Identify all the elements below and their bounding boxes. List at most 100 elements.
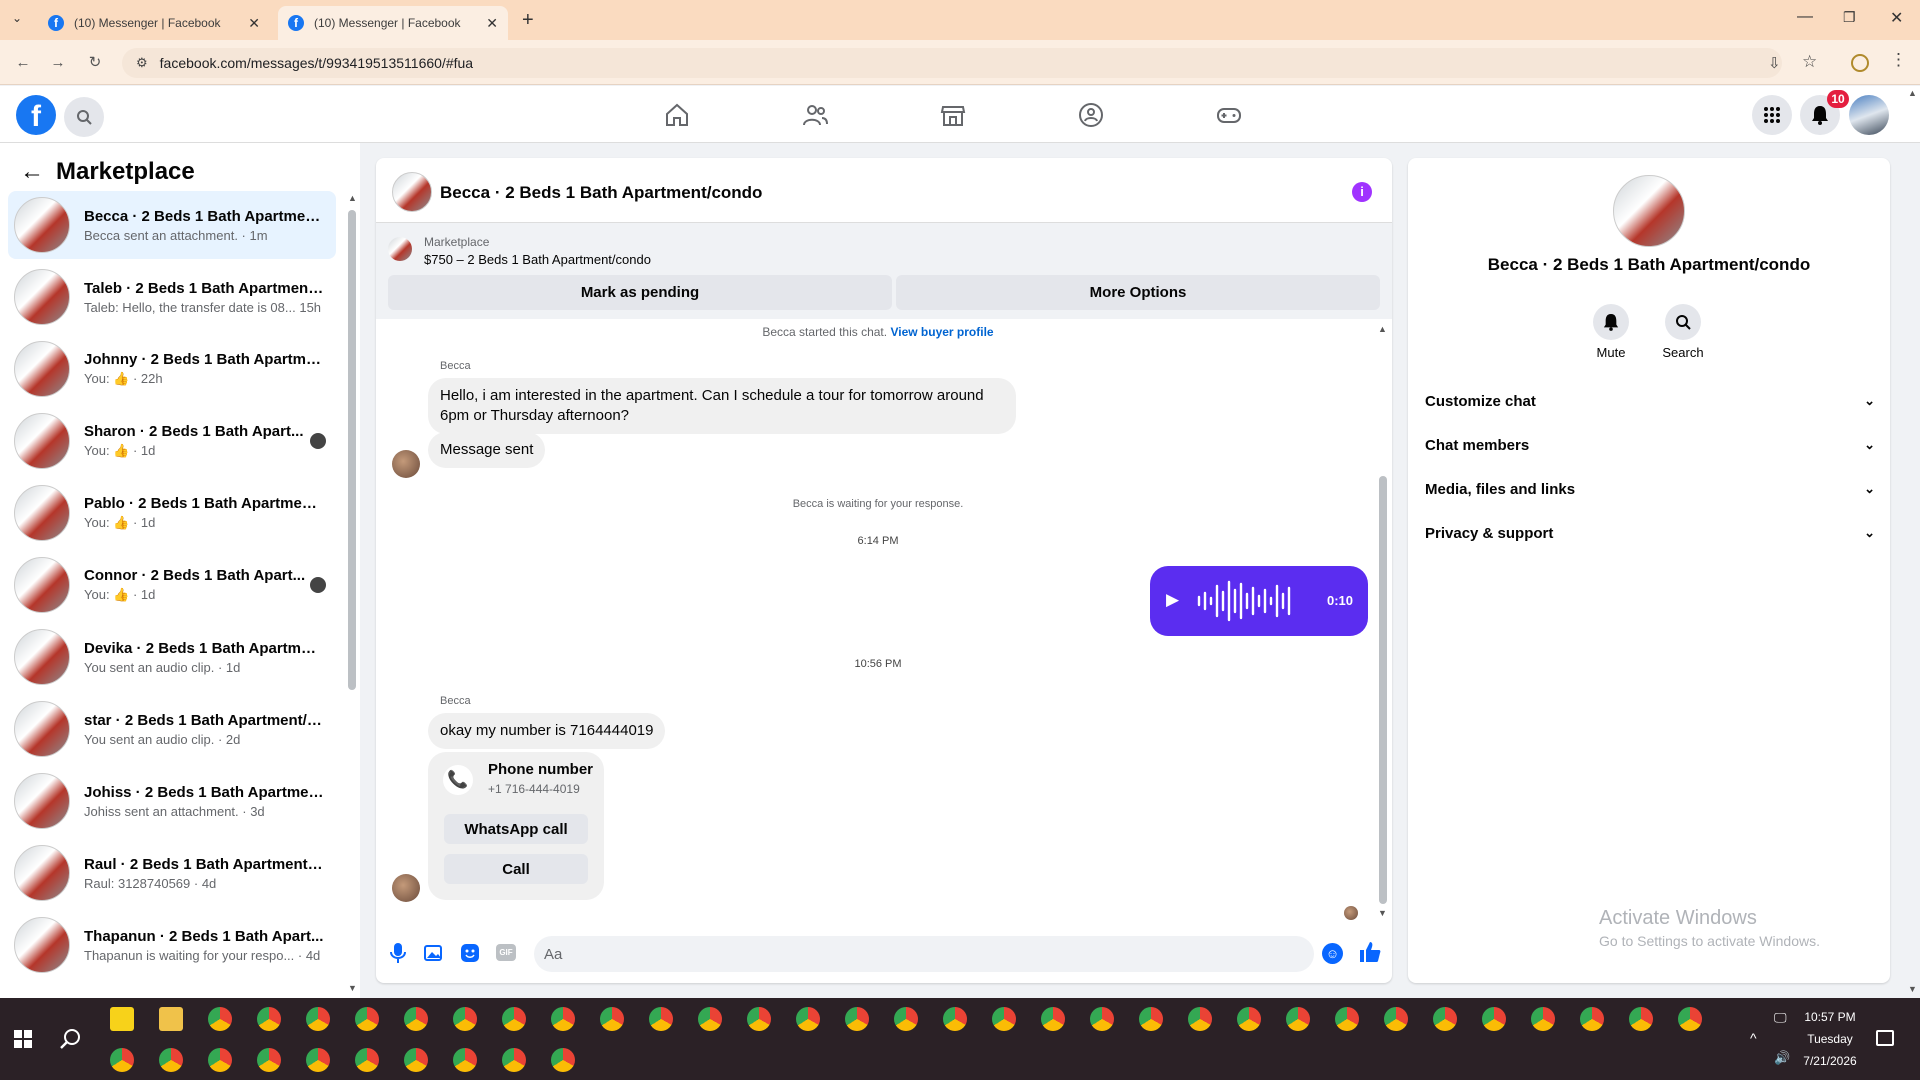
- contact-avatar[interactable]: [1613, 175, 1685, 247]
- new-tab-icon[interactable]: +: [522, 9, 534, 32]
- chrome-app-icon[interactable]: [1335, 1007, 1359, 1031]
- chrome-app-icon[interactable]: [1188, 1007, 1212, 1031]
- view-buyer-profile-link[interactable]: View buyer profile: [890, 325, 993, 339]
- chrome-app-icon[interactable]: [551, 1048, 575, 1072]
- chrome-app-icon[interactable]: [502, 1048, 526, 1072]
- site-info-icon[interactable]: ⚙: [136, 55, 148, 71]
- mute-bell-icon[interactable]: [1593, 304, 1629, 340]
- forward-arrow-icon[interactable]: →: [47, 52, 69, 74]
- conversation-item[interactable]: Johiss · 2 Beds 1 Bath Apartment... Johis…: [8, 767, 336, 835]
- call-button[interactable]: Call: [444, 854, 588, 884]
- sender-avatar[interactable]: [392, 450, 420, 478]
- message-bubble[interactable]: Hello, i am interested in the apartment.…: [428, 378, 1016, 434]
- chrome-app-icon[interactable]: [355, 1007, 379, 1031]
- search-label[interactable]: Search: [1653, 345, 1713, 360]
- message-bubble[interactable]: Message sent: [428, 432, 546, 468]
- chrome-app-icon[interactable]: [943, 1007, 967, 1031]
- message-bubble[interactable]: okay my number is 7164444019: [428, 713, 666, 749]
- close-tab-icon[interactable]: ✕: [248, 15, 260, 32]
- file-explorer-icon[interactable]: [159, 1007, 183, 1031]
- restore-window-icon[interactable]: ❐: [1843, 9, 1856, 26]
- sticky-notes-icon[interactable]: [110, 1007, 134, 1031]
- search-icon[interactable]: [64, 97, 104, 137]
- conversation-item[interactable]: Johnny · 2 Beds 1 Bath Apartme... You: 👍 …: [8, 335, 336, 403]
- search-in-chat-icon[interactable]: [1665, 304, 1701, 340]
- chrome-app-icon[interactable]: [1139, 1007, 1163, 1031]
- chrome-app-icon[interactable]: [404, 1048, 428, 1072]
- emoji-icon[interactable]: ☺: [1322, 943, 1343, 964]
- close-tab-icon[interactable]: ✕: [486, 15, 498, 32]
- browser-tab-2[interactable]: f (10) Messenger | Facebook ✕: [278, 6, 508, 40]
- menu-grid-icon[interactable]: [1752, 95, 1792, 135]
- notification-center-icon[interactable]: [1876, 1030, 1894, 1046]
- play-icon[interactable]: ▶: [1166, 590, 1179, 610]
- account-avatar[interactable]: [1849, 95, 1889, 135]
- chrome-app-icon[interactable]: [404, 1007, 428, 1031]
- info-icon[interactable]: i: [1352, 182, 1372, 202]
- sender-avatar[interactable]: [392, 874, 420, 902]
- groups-icon[interactable]: [1077, 101, 1105, 129]
- chrome-app-icon[interactable]: [110, 1048, 134, 1072]
- chrome-app-icon[interactable]: [306, 1048, 330, 1072]
- page-scroll-down-icon[interactable]: ▼: [1908, 984, 1917, 994]
- chrome-app-icon[interactable]: [1531, 1007, 1555, 1031]
- chrome-app-icon[interactable]: [1237, 1007, 1261, 1031]
- media-files-links-section[interactable]: Media, files and links ⌄: [1425, 477, 1875, 501]
- chrome-app-icon[interactable]: [1482, 1007, 1506, 1031]
- chrome-app-icon[interactable]: [1384, 1007, 1408, 1031]
- conversation-item[interactable]: Thapanun · 2 Beds 1 Bath Apart... Thapanu…: [8, 911, 336, 979]
- chrome-app-icon[interactable]: [845, 1007, 869, 1031]
- conversation-list-scrollbar[interactable]: [348, 210, 356, 690]
- more-options-button[interactable]: More Options: [896, 275, 1380, 310]
- listing-thumbnail[interactable]: [388, 237, 412, 261]
- chrome-app-icon[interactable]: [600, 1007, 624, 1031]
- conversation-item[interactable]: Raul · 2 Beds 1 Bath Apartment/... Raul: …: [8, 839, 336, 907]
- chrome-app-icon[interactable]: [698, 1007, 722, 1031]
- photo-icon[interactable]: [424, 943, 444, 968]
- chrome-app-icon[interactable]: [257, 1007, 281, 1031]
- chat-scroll-down-icon[interactable]: ▼: [1378, 908, 1387, 918]
- chrome-app-icon[interactable]: [502, 1007, 526, 1031]
- scroll-up-arrow-icon[interactable]: ▲: [348, 193, 357, 203]
- chrome-app-icon[interactable]: [747, 1007, 771, 1031]
- windows-start-icon[interactable]: [14, 1030, 32, 1053]
- chrome-app-icon[interactable]: [1041, 1007, 1065, 1031]
- conversation-item[interactable]: Taleb · 2 Beds 1 Bath Apartment... Taleb:…: [8, 263, 336, 331]
- chrome-app-icon[interactable]: [894, 1007, 918, 1031]
- chrome-app-icon[interactable]: [1090, 1007, 1114, 1031]
- chrome-app-icon[interactable]: [453, 1007, 477, 1031]
- chrome-app-icon[interactable]: [1629, 1007, 1653, 1031]
- gaming-icon[interactable]: [1215, 101, 1243, 129]
- chat-scroll-up-icon[interactable]: ▲: [1378, 324, 1387, 334]
- customize-chat-section[interactable]: Customize chat ⌄: [1425, 389, 1875, 413]
- tab-list-chevron-icon[interactable]: ⌄: [12, 11, 22, 25]
- chrome-app-icon[interactable]: [992, 1007, 1016, 1031]
- chat-members-section[interactable]: Chat members ⌄: [1425, 433, 1875, 457]
- chrome-app-icon[interactable]: [796, 1007, 820, 1031]
- whatsapp-call-button[interactable]: WhatsApp call: [444, 814, 588, 844]
- chat-title[interactable]: Becca · 2 Beds 1 Bath Apartment/condo: [440, 183, 762, 203]
- chrome-app-icon[interactable]: [649, 1007, 673, 1031]
- browser-menu-icon[interactable]: ⋮: [1890, 50, 1907, 70]
- page-scroll-up-icon[interactable]: ▲: [1908, 88, 1917, 98]
- chrome-app-icon[interactable]: [1580, 1007, 1604, 1031]
- conversation-item[interactable]: star · 2 Beds 1 Bath Apartment/c... You s…: [8, 695, 336, 763]
- friends-icon[interactable]: [801, 101, 829, 129]
- marketplace-icon[interactable]: [939, 101, 967, 129]
- mute-label[interactable]: Mute: [1581, 345, 1641, 360]
- conversation-item[interactable]: Connor · 2 Beds 1 Bath Apart... You: 👍 · …: [8, 551, 336, 619]
- chrome-app-icon[interactable]: [453, 1048, 477, 1072]
- profile-icon[interactable]: [1851, 54, 1869, 72]
- minimize-window-icon[interactable]: —: [1797, 8, 1813, 26]
- taskbar-search-icon[interactable]: [60, 1028, 82, 1055]
- chrome-app-icon[interactable]: [208, 1048, 232, 1072]
- chrome-app-icon[interactable]: [208, 1007, 232, 1031]
- chrome-app-icon[interactable]: [355, 1048, 379, 1072]
- install-app-icon[interactable]: ⇩: [1768, 54, 1781, 72]
- conversation-item[interactable]: Devika · 2 Beds 1 Bath Apartmen... You se…: [8, 623, 336, 691]
- volume-icon[interactable]: 🔊: [1774, 1050, 1790, 1066]
- reload-icon[interactable]: ↻: [84, 52, 106, 74]
- facebook-logo-icon[interactable]: f: [16, 95, 56, 135]
- conversation-item[interactable]: Sharon · 2 Beds 1 Bath Apart... You: 👍 · …: [8, 407, 336, 475]
- like-thumb-icon[interactable]: [1358, 940, 1382, 969]
